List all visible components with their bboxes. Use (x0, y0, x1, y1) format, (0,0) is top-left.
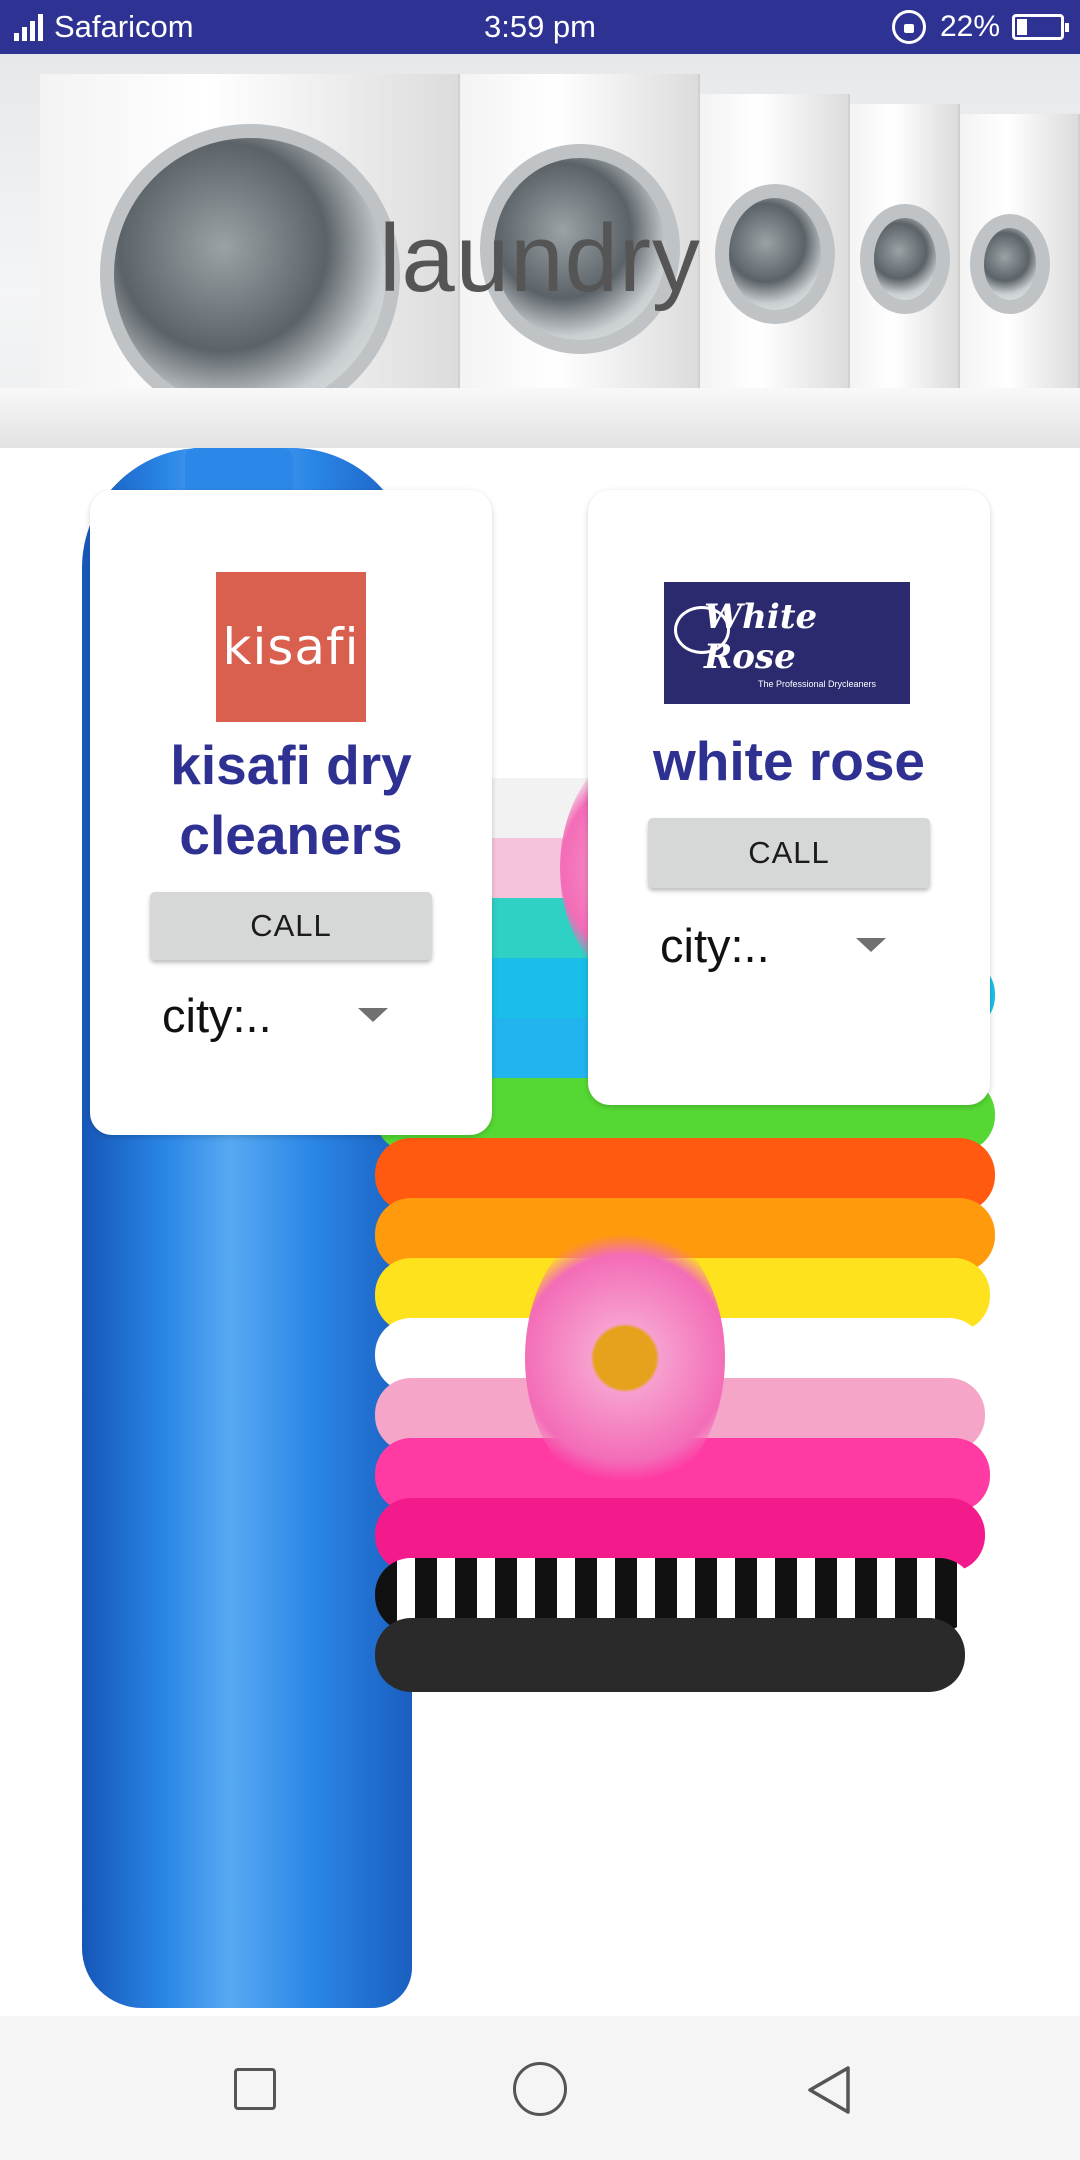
city-dropdown[interactable]: city:.. (162, 980, 422, 1050)
status-bar: Safaricom 3:59 pm 22% (0, 0, 1080, 54)
card-title: kisafi dry cleaners (170, 734, 412, 866)
kisafi-logo: kisafi (216, 572, 366, 722)
city-dropdown-value: city:.. (660, 918, 770, 972)
call-button[interactable]: CALL (648, 818, 930, 888)
white-rose-logo-subtext: The Professional Drycleaners (757, 679, 877, 689)
card-title: white rose (652, 730, 926, 792)
dropdown-arrow-icon (856, 938, 886, 952)
battery-icon (1012, 14, 1069, 40)
flower-decoration (525, 1218, 725, 1498)
recents-square-icon[interactable] (234, 2068, 276, 2110)
banner-floor (0, 388, 1080, 448)
call-button[interactable]: CALL (150, 892, 432, 960)
system-nav-bar (0, 2016, 1080, 2160)
city-dropdown-value: city:.. (162, 988, 272, 1042)
laundry-card-white-rose: White Rose The Professional Drycleaners … (588, 490, 990, 1105)
white-rose-logo: White Rose The Professional Drycleaners (664, 582, 910, 704)
battery-percent: 22% (939, 10, 1000, 43)
header-banner: laundry (0, 54, 1080, 448)
dropdown-arrow-icon (358, 1008, 388, 1022)
page-title: laundry (379, 205, 701, 312)
status-right: 22% (891, 0, 1069, 54)
home-circle-icon[interactable] (513, 2062, 567, 2116)
laundry-card-kisafi: kisafi kisafi dry cleaners CALL city:.. (90, 490, 492, 1135)
rotation-lock-icon (891, 10, 926, 44)
back-triangle-icon[interactable] (804, 2064, 854, 2116)
rose-icon (674, 606, 730, 654)
city-dropdown[interactable]: city:.. (660, 910, 920, 980)
